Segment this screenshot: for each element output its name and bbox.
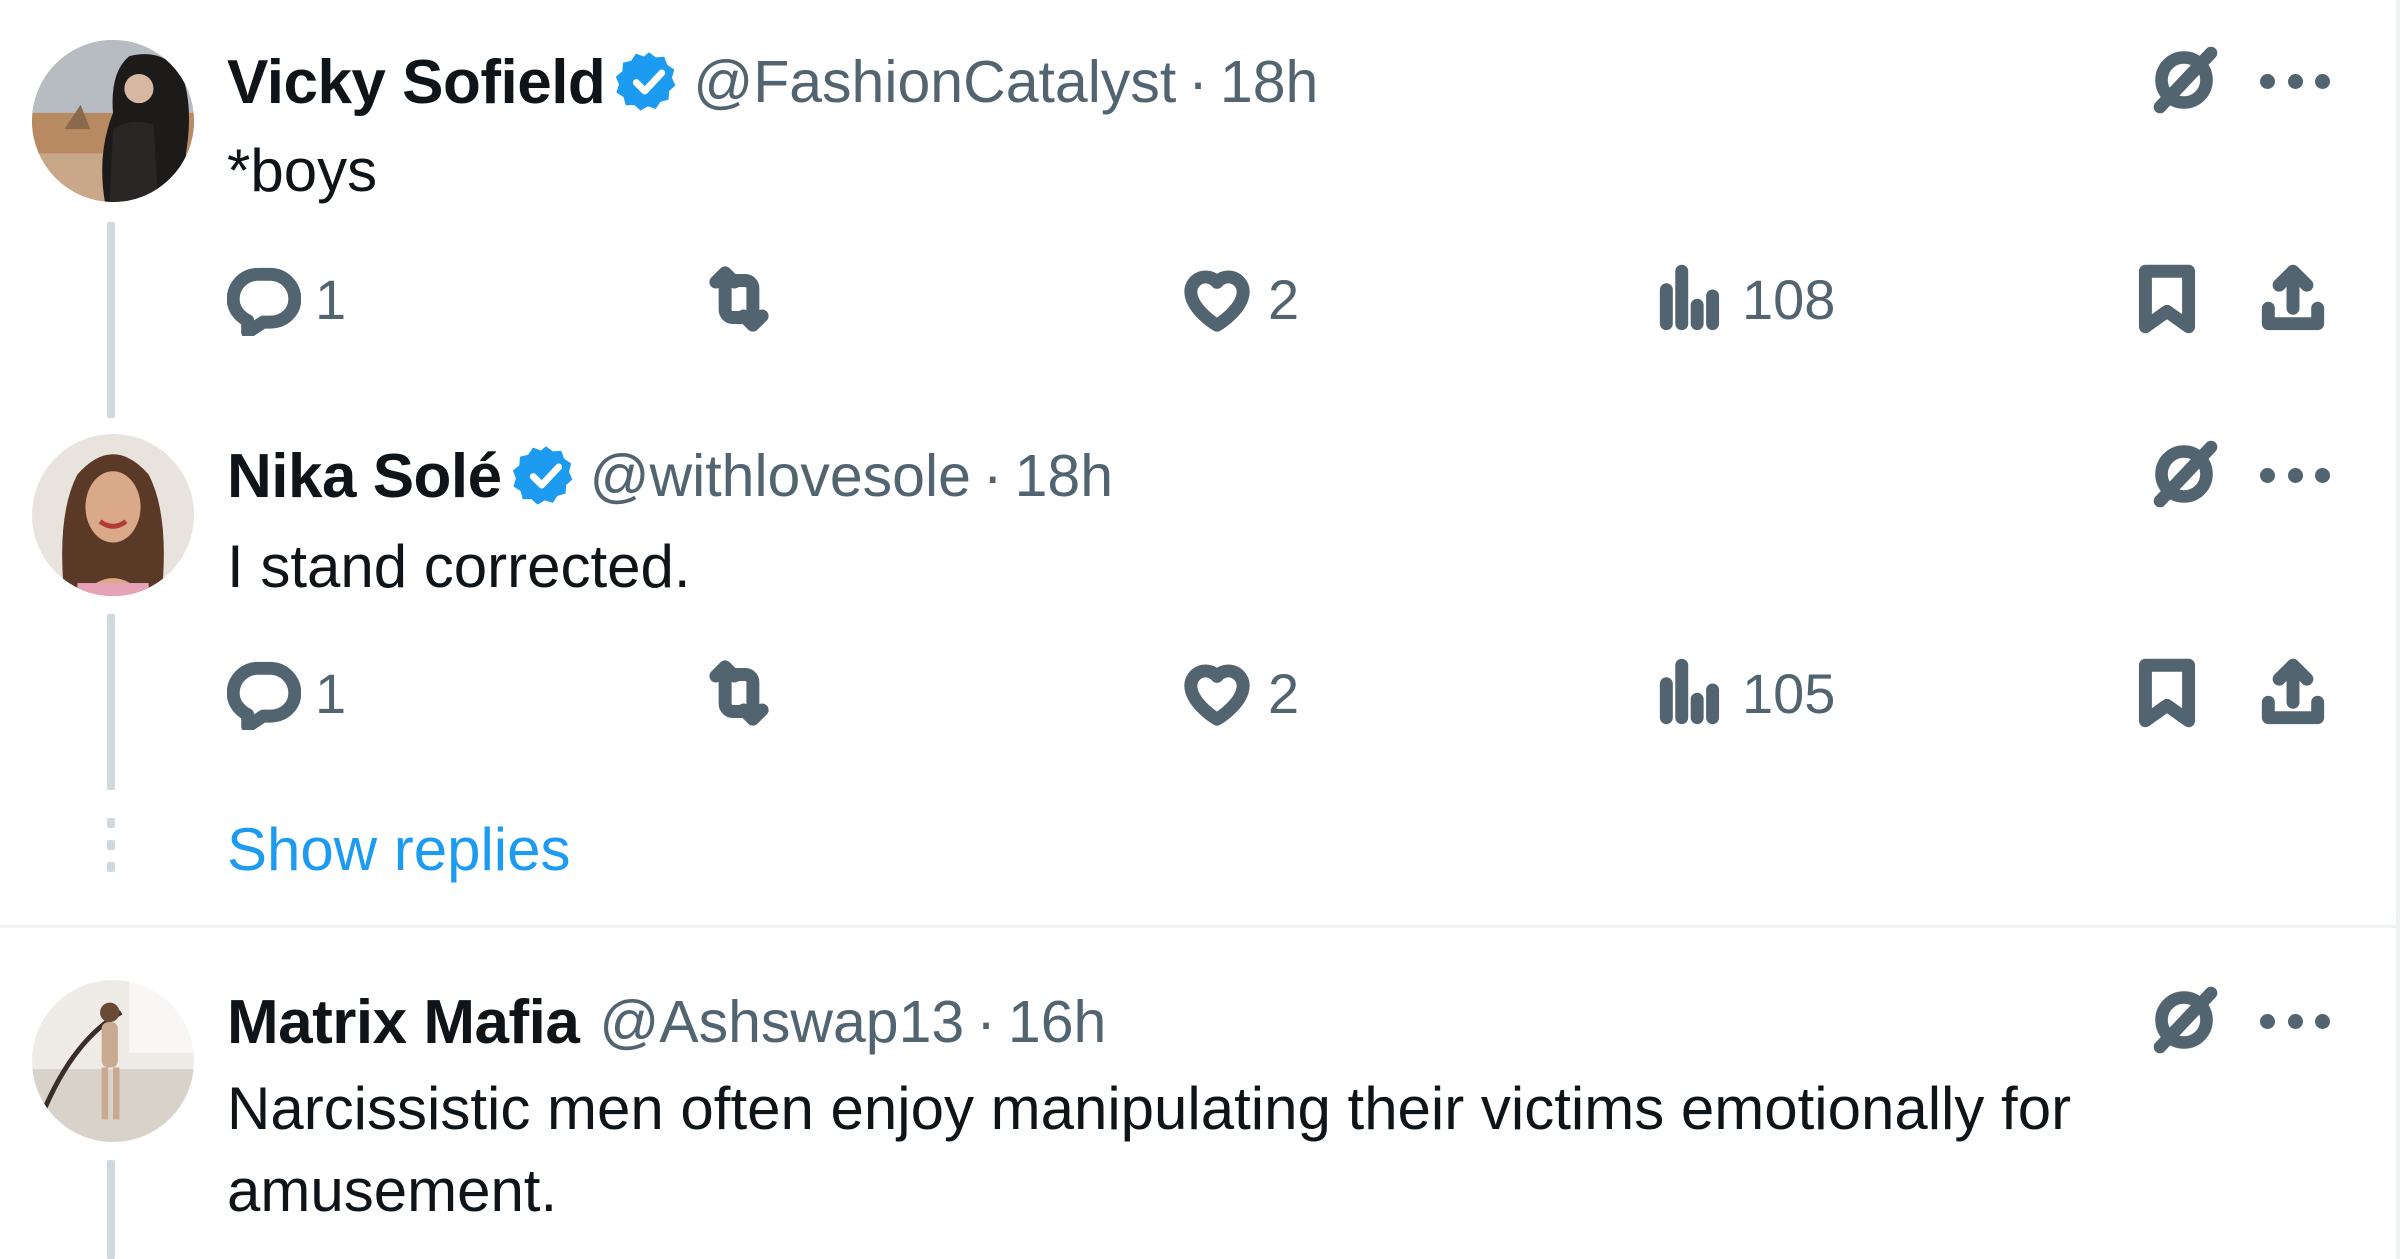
- reply-count: 1: [315, 267, 347, 331]
- retweet-button[interactable]: [702, 656, 790, 730]
- like-count: 2: [1268, 267, 1300, 331]
- timestamp[interactable]: 16h: [1008, 988, 1106, 1056]
- like-button[interactable]: 2: [1180, 656, 1299, 730]
- views-icon: [1654, 262, 1728, 336]
- reply-icon: [227, 656, 301, 730]
- tweet-text: *boys: [227, 137, 378, 204]
- share-icon[interactable]: [2256, 656, 2330, 730]
- tweet-header: Nika Solé @withlovesole · 18h: [227, 436, 1113, 516]
- timestamp[interactable]: 18h: [1220, 48, 1318, 116]
- avatar[interactable]: [32, 40, 194, 202]
- like-button[interactable]: 2: [1180, 262, 1299, 336]
- like-icon: [1180, 656, 1254, 730]
- grok-icon[interactable]: [2148, 984, 2220, 1056]
- more-icon[interactable]: [2260, 66, 2330, 96]
- reply-icon: [227, 262, 301, 336]
- tweet[interactable]: Vicky Sofield @FashionCatalyst · 18h *bo…: [0, 0, 2396, 420]
- display-name[interactable]: Matrix Mafia: [227, 987, 580, 1058]
- views-button[interactable]: 108: [1654, 262, 1835, 336]
- tweet-header: Matrix Mafia @Ashswap13 · 16h: [227, 982, 1106, 1062]
- grok-icon[interactable]: [2148, 44, 2220, 116]
- retweet-icon: [702, 262, 776, 336]
- view-count: 108: [1742, 267, 1836, 331]
- like-icon: [1180, 262, 1254, 336]
- avatar-image: [32, 434, 194, 596]
- tweet-header: Vicky Sofield @FashionCatalyst · 18h: [227, 42, 1318, 122]
- more-icon[interactable]: [2260, 1006, 2330, 1036]
- user-handle[interactable]: @withlovesole: [590, 442, 971, 510]
- thread-line: [107, 1160, 115, 1259]
- verified-badge-icon[interactable]: [512, 442, 580, 510]
- share-icon[interactable]: [2256, 262, 2330, 336]
- avatar[interactable]: [32, 434, 194, 596]
- separator: ·: [982, 443, 1003, 509]
- bookmark-icon[interactable]: [2130, 262, 2204, 336]
- reply-count: 1: [315, 661, 347, 725]
- user-handle[interactable]: @FashionCatalyst: [693, 48, 1176, 116]
- thread-continuation-dots: [107, 818, 115, 884]
- reply-button[interactable]: 1: [227, 656, 346, 730]
- like-count: 2: [1268, 661, 1300, 725]
- show-replies-link[interactable]: Show replies: [227, 815, 571, 884]
- column-border: [2396, 0, 2400, 1259]
- tweet-text: Narcissistic men often enjoy manipulatin…: [227, 1068, 2071, 1232]
- more-icon[interactable]: [2260, 460, 2330, 490]
- timestamp[interactable]: 18h: [1015, 442, 1113, 510]
- separator: ·: [1188, 49, 1208, 115]
- thread-line: [107, 222, 115, 418]
- avatar-image: [32, 40, 194, 202]
- bookmark-icon[interactable]: [2130, 656, 2204, 730]
- retweet-icon: [702, 656, 776, 730]
- verified-badge-icon[interactable]: [615, 48, 683, 116]
- views-button[interactable]: 105: [1654, 656, 1835, 730]
- grok-icon[interactable]: [2148, 438, 2220, 510]
- thread-line: [107, 614, 115, 790]
- tweet-text-line: Narcissistic men often enjoy manipulatin…: [227, 1075, 2072, 1142]
- tweet[interactable]: Matrix Mafia @Ashswap13 · 16h Narcissist…: [0, 928, 2396, 1259]
- user-handle[interactable]: @Ashswap13: [599, 988, 964, 1056]
- avatar[interactable]: [32, 980, 194, 1142]
- view-count: 105: [1742, 661, 1836, 725]
- retweet-button[interactable]: [702, 262, 790, 336]
- reply-button[interactable]: 1: [227, 262, 346, 336]
- avatar-image: [32, 980, 194, 1142]
- display-name[interactable]: Vicky Sofield: [227, 47, 606, 118]
- tweet-text: I stand corrected.: [227, 533, 691, 600]
- tweet-text-line: amusement.: [227, 1157, 558, 1224]
- display-name[interactable]: Nika Solé: [227, 441, 502, 512]
- views-icon: [1654, 656, 1728, 730]
- separator: ·: [976, 989, 996, 1055]
